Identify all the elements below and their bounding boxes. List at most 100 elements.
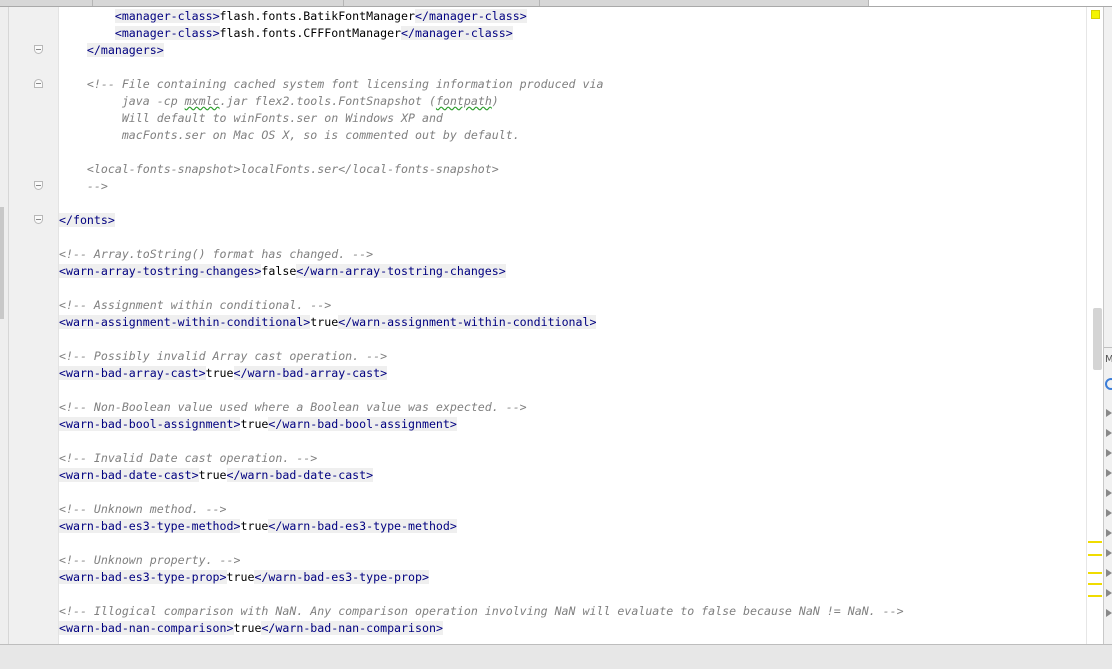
editor-tab[interactable]	[344, 0, 540, 6]
xml-comment: <!-- Unknown property. -->	[59, 553, 241, 567]
xml-tag: </manager-class>	[401, 26, 513, 40]
code-line[interactable]: <warn-bad-array-cast>true</warn-bad-arra…	[59, 365, 388, 382]
xml-tag: </warn-bad-bool-assignment>	[268, 417, 457, 431]
code-line[interactable]: <!-- Unknown property. -->	[59, 552, 240, 569]
warning-marker[interactable]	[1088, 541, 1102, 543]
code-line[interactable]: </fonts>	[59, 212, 115, 229]
expand-arrow-icon[interactable]	[1106, 509, 1112, 517]
xml-comment: mxmlc	[184, 94, 220, 108]
fold-end-icon[interactable]	[34, 45, 43, 54]
xml-tag: <manager-class>	[114, 26, 220, 40]
xml-comment: <local-fonts-snapshot>localFonts.ser</lo…	[86, 162, 499, 176]
warning-marker[interactable]	[1088, 583, 1102, 585]
xml-comment: fontpath	[435, 94, 492, 108]
xml-tag: </warn-assignment-within-conditional>	[338, 315, 597, 329]
code-line[interactable]: <!-- Possibly invalid Array cast operati…	[59, 348, 387, 365]
xml-comment: .jar flex2.tools.FontSnapshot (	[219, 94, 436, 108]
code-line[interactable]: <warn-bad-date-cast>true</warn-bad-date-…	[59, 467, 374, 484]
expand-arrow-icon[interactable]	[1106, 449, 1112, 457]
xml-tag: <warn-bad-es3-type-method>	[59, 519, 241, 533]
xml-tag: </warn-bad-nan-comparison>	[261, 621, 443, 635]
code-text: true	[198, 468, 227, 482]
panel-label: M	[1105, 354, 1112, 365]
code-text: flash.fonts.CFFFontManager	[219, 26, 402, 40]
expand-arrow-icon[interactable]	[1106, 549, 1112, 557]
editor-tab[interactable]	[540, 0, 869, 6]
fold-end-icon[interactable]	[34, 215, 43, 224]
code-line[interactable]: <warn-bad-es3-type-prop>true</warn-bad-e…	[59, 569, 429, 586]
code-line[interactable]: <warn-array-tostring-changes>false</warn…	[59, 263, 506, 280]
left-scrollbar-thumb[interactable]	[0, 207, 4, 319]
code-line[interactable]: <!-- Invalid Date cast operation. -->	[59, 450, 317, 467]
editor-tab[interactable]	[93, 0, 344, 6]
xml-tag: </fonts>	[59, 213, 115, 227]
code-line[interactable]: <warn-bad-bool-assignment>true</warn-bad…	[59, 416, 457, 433]
xml-tag: <warn-array-tostring-changes>	[59, 264, 262, 278]
code-line[interactable]: -->	[59, 178, 108, 195]
xml-comment: java -cp	[121, 94, 185, 108]
code-line[interactable]: <manager-class>flash.fonts.CFFFontManage…	[59, 25, 513, 42]
editor-tab-active[interactable]	[869, 0, 1112, 6]
code-line[interactable]: <local-fonts-snapshot>localFonts.ser</lo…	[59, 161, 499, 178]
warning-indicator-icon[interactable]	[1091, 10, 1100, 19]
code-text: true	[233, 621, 262, 635]
xml-comment: <!-- Non-Boolean value used where a Bool…	[59, 400, 527, 414]
expand-arrow-icon[interactable]	[1106, 609, 1112, 617]
xml-tag: <warn-bad-nan-comparison>	[59, 621, 234, 635]
expand-arrow-icon[interactable]	[1106, 429, 1112, 437]
xml-tag: </warn-bad-es3-type-prop>	[254, 570, 429, 584]
xml-tag: <warn-bad-date-cast>	[59, 468, 199, 482]
xml-comment: <!-- Assignment within conditional. -->	[59, 298, 332, 312]
code-editor[interactable]: <manager-class> flash.fonts.BatikFontMana…	[59, 7, 1086, 644]
editor-scrollbar-thumb[interactable]	[1093, 308, 1102, 370]
editor-scrollbar[interactable]	[1086, 7, 1104, 644]
code-line[interactable]: java -cp mxmlc.jar flex2.tools.FontSnaps…	[59, 93, 499, 110]
code-line[interactable]: <!-- File containing cached system font …	[59, 76, 604, 93]
xml-comment: macFonts.ser on Mac OS X, so is commente…	[121, 128, 520, 142]
code-line[interactable]: <!-- Assignment within conditional. -->	[59, 297, 331, 314]
code-line[interactable]: Will default to winFonts.ser on Windows …	[59, 110, 443, 127]
line-gutter	[9, 7, 59, 644]
xml-comment: <!-- Unknown method. -->	[59, 502, 227, 516]
xml-comment: <!-- Invalid Date cast operation. -->	[59, 451, 318, 465]
fold-end-icon[interactable]	[34, 181, 43, 190]
expand-arrow-icon[interactable]	[1106, 469, 1112, 477]
expand-arrow-icon[interactable]	[1106, 589, 1112, 597]
fold-start-icon[interactable]	[34, 79, 43, 88]
expand-arrow-icon[interactable]	[1106, 409, 1112, 417]
xml-comment: Will default to winFonts.ser on Windows …	[121, 111, 443, 125]
code-line[interactable]: <warn-assignment-within-conditional>true…	[59, 314, 597, 331]
code-line[interactable]: </managers>	[59, 42, 164, 59]
left-scrollbar[interactable]	[0, 7, 9, 644]
code-text: flash.fonts.BatikFontManager	[219, 9, 415, 23]
expand-arrow-icon[interactable]	[1106, 569, 1112, 577]
expand-arrow-icon[interactable]	[1106, 529, 1112, 537]
warning-marker[interactable]	[1088, 595, 1102, 597]
xml-tag: <warn-bad-es3-type-prop>	[59, 570, 227, 584]
code-line[interactable]: <!-- Unknown method. -->	[59, 501, 227, 518]
code-line[interactable]: <manager-class>flash.fonts.BatikFontMana…	[59, 8, 527, 25]
code-line[interactable]: macFonts.ser on Mac OS X, so is commente…	[59, 127, 520, 144]
xml-comment: <!-- Possibly invalid Array cast operati…	[59, 349, 388, 363]
warning-marker[interactable]	[1088, 572, 1102, 574]
expand-arrow-icon[interactable]	[1106, 489, 1112, 497]
xml-tag: </managers>	[86, 43, 164, 57]
code-line[interactable]: <warn-bad-nan-comparison>true</warn-bad-…	[59, 620, 443, 637]
code-text: false	[261, 264, 297, 278]
code-line[interactable]: <!-- Non-Boolean value used where a Bool…	[59, 399, 527, 416]
code-line[interactable]: <!-- Illogical comparison with NaN. Any …	[59, 603, 904, 620]
code-line[interactable]: <!-- Array.toString() format has changed…	[59, 246, 373, 263]
code-text: true	[240, 417, 269, 431]
search-icon[interactable]	[1105, 378, 1112, 390]
editor-tab[interactable]	[0, 0, 93, 6]
code-line[interactable]: <warn-bad-es3-type-method>true</warn-bad…	[59, 518, 457, 535]
xml-tag: </warn-bad-array-cast>	[233, 366, 388, 380]
warning-marker[interactable]	[1088, 554, 1102, 556]
